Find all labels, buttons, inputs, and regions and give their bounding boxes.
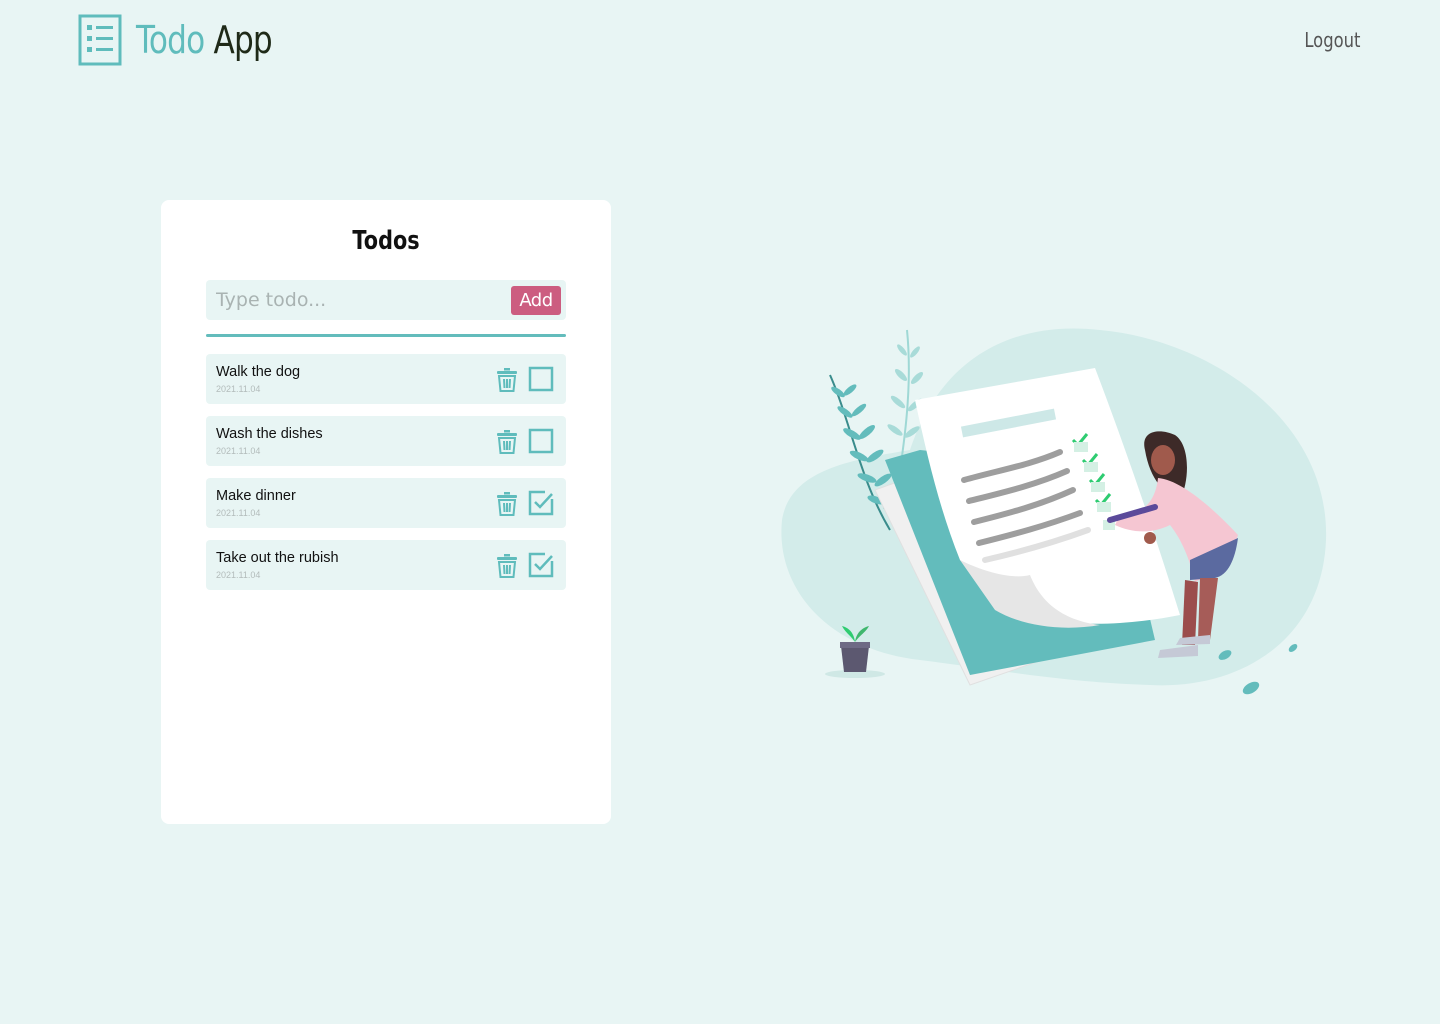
todo-date: 2021.11.04 <box>216 508 261 518</box>
trash-icon[interactable] <box>496 367 518 392</box>
todo-input[interactable] <box>206 280 506 320</box>
logo[interactable]: Todo App <box>78 14 302 66</box>
todo-item: Take out the rubish 2021.11.04 <box>206 540 566 590</box>
add-todo-form: Add <box>206 280 566 320</box>
header: Todo App Logout <box>0 0 1440 90</box>
checklist-logo-icon <box>78 14 122 66</box>
todo-item: Make dinner 2021.11.04 <box>206 478 566 528</box>
plant-pot <box>841 646 869 672</box>
checkbox-checked-icon[interactable] <box>528 490 554 516</box>
todo-illustration <box>781 328 1327 695</box>
todo-date: 2021.11.04 <box>216 384 261 394</box>
todo-text: Take out the rubish <box>216 550 339 566</box>
todo-item: Wash the dishes 2021.11.04 <box>206 416 566 466</box>
divider <box>206 334 566 337</box>
trash-icon[interactable] <box>496 429 518 454</box>
brand-name-todo: Todo <box>136 18 205 62</box>
checkbox-unchecked-icon[interactable] <box>528 366 554 392</box>
brand-name-app: App <box>213 18 272 62</box>
brand-name: Todo App <box>136 18 273 62</box>
logout-button[interactable]: Logout <box>1304 28 1360 52</box>
todo-date: 2021.11.04 <box>216 570 261 580</box>
trash-icon[interactable] <box>496 553 518 578</box>
card-title: Todos <box>352 226 420 256</box>
todo-text: Wash the dishes <box>216 426 323 442</box>
checkbox-checked-icon[interactable] <box>528 552 554 578</box>
add-button[interactable]: Add <box>511 286 561 315</box>
todo-list: Walk the dog 2021.11.04 Wash the dishes … <box>206 354 566 602</box>
trash-icon[interactable] <box>496 491 518 516</box>
todo-item: Walk the dog 2021.11.04 <box>206 354 566 404</box>
todo-card: Todos Add Walk the dog 2021.11.04 Wash t… <box>161 200 611 824</box>
checkbox-unchecked-icon[interactable] <box>528 428 554 454</box>
todo-date: 2021.11.04 <box>216 446 261 456</box>
todo-text: Walk the dog <box>216 364 301 380</box>
todo-text: Make dinner <box>216 488 296 504</box>
